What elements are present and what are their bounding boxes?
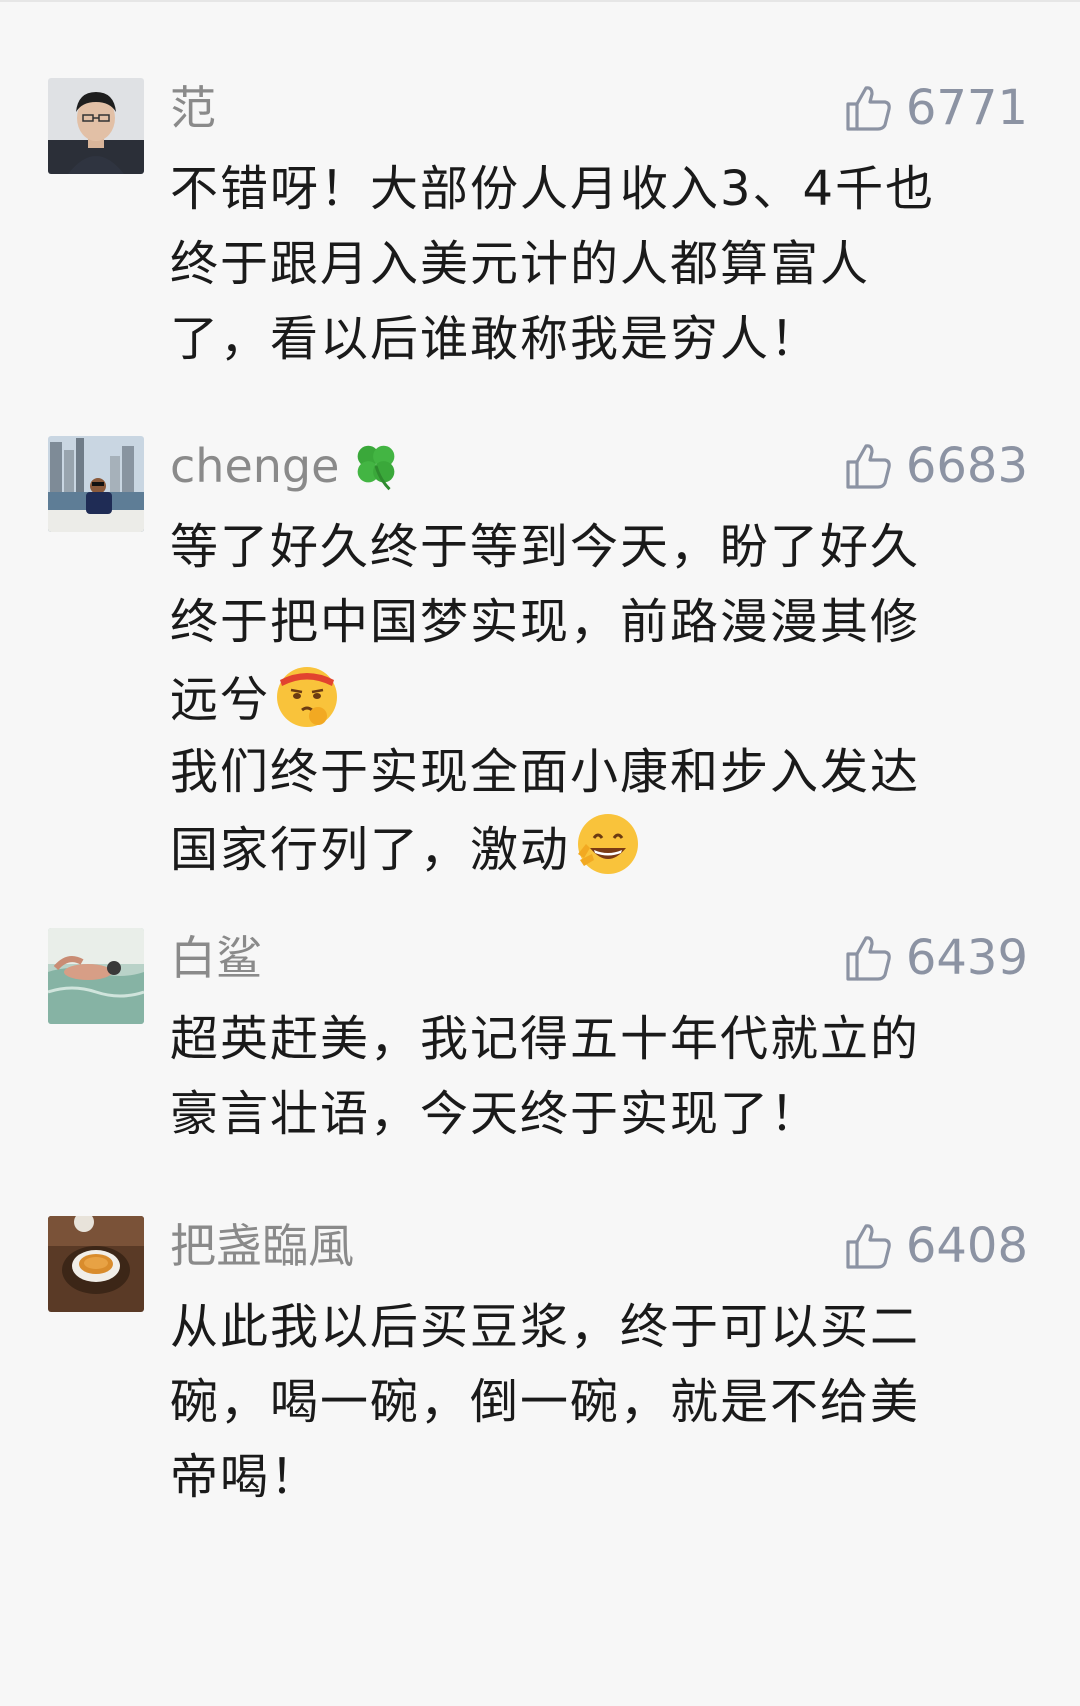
comment-line: 终于跟月入美元计的人都算富人 xyxy=(170,236,871,292)
comment-line: 等了好久终于等到今天，盼了好久 xyxy=(170,519,921,575)
comment-line: 从此我以后买豆浆，终于可以买二 xyxy=(170,1299,921,1355)
comment-line: 超英赶美，我记得五十年代就立的 xyxy=(170,1011,921,1067)
comment-line: 了，看以后谁敢称我是穷人！ xyxy=(170,311,821,367)
comment-line-text: 国家行列了，激动 xyxy=(170,822,571,878)
comment-text: 等了好久终于等到今天，盼了好久 终于把中国梦实现，前路漫漫其修 远兮 我们终于实… xyxy=(170,510,1030,885)
like-count: 6771 xyxy=(905,80,1028,136)
thinking-face-emoji-icon xyxy=(277,667,338,727)
avatar[interactable] xyxy=(48,928,144,1024)
avatar-tea-cup-icon xyxy=(48,1216,144,1312)
like-count: 6439 xyxy=(905,930,1028,986)
comment-text: 超英赶美，我记得五十年代就立的 豪言壮语，今天终于实现了！ xyxy=(170,1002,1030,1152)
comment-line: 不错呀！大部份人月收入3、4千也 xyxy=(170,161,936,217)
thumbs-up-icon xyxy=(846,1224,891,1269)
comment-line-with-emoji: 国家行列了，激动 xyxy=(170,810,1030,885)
like-button[interactable]: 6771 xyxy=(842,78,1028,138)
comment-text: 从此我以后买豆浆，终于可以买二 碗，喝一碗，倒一碗，就是不给美 帝喝！ xyxy=(170,1290,1030,1515)
avatar-city-skyline-icon xyxy=(48,436,144,532)
thumbs-up-icon xyxy=(846,444,891,489)
divider xyxy=(0,0,1080,2)
avatar-man-portrait-icon xyxy=(48,78,144,174)
nickname[interactable]: chenge xyxy=(170,436,405,496)
comment-line: 帝喝！ xyxy=(170,1449,321,1505)
thumbs-up-icon xyxy=(846,936,891,981)
comment-line-text: 远兮 xyxy=(170,672,271,728)
nickname-text: 白鲨 xyxy=(170,931,262,985)
nickname-text: chenge xyxy=(170,439,340,493)
comment-line-with-emoji: 远兮 xyxy=(170,660,1030,735)
avatar-swimmer-icon xyxy=(48,928,144,1024)
avatar[interactable] xyxy=(48,1216,144,1312)
like-count: 6408 xyxy=(905,1218,1028,1274)
avatar[interactable] xyxy=(48,78,144,174)
comment-text: 不错呀！大部份人月收入3、4千也 终于跟月入美元计的人都算富人 了，看以后谁敢称… xyxy=(170,152,1030,377)
nickname-text: 把盏臨風 xyxy=(170,1219,354,1273)
comment-list: 范 6771 不错呀！大部份人月收入3、4千也 终于跟月入美元计的人都算富人 了… xyxy=(0,0,1080,1706)
comment-line: 我们终于实现全面小康和步入发达 xyxy=(170,744,921,800)
like-button[interactable]: 6439 xyxy=(842,928,1028,988)
nickname[interactable]: 范 xyxy=(170,78,216,138)
like-button[interactable]: 6408 xyxy=(842,1216,1028,1276)
nickname[interactable]: 把盏臨風 xyxy=(170,1216,354,1276)
four-leaf-clover-icon xyxy=(358,445,395,491)
comment-line: 终于把中国梦实现，前路漫漫其修 xyxy=(170,594,921,650)
like-button[interactable]: 6683 xyxy=(842,436,1028,496)
thumbs-up-icon xyxy=(846,86,891,131)
like-count: 6683 xyxy=(905,438,1028,494)
comment-line: 豪言壮语，今天终于实现了！ xyxy=(170,1086,821,1142)
nickname-text: 范 xyxy=(170,81,216,135)
grinning-peace-emoji-icon xyxy=(578,814,639,874)
comment-line: 碗，喝一碗，倒一碗，就是不给美 xyxy=(170,1374,921,1430)
avatar[interactable] xyxy=(48,436,144,532)
nickname[interactable]: 白鲨 xyxy=(170,928,262,988)
